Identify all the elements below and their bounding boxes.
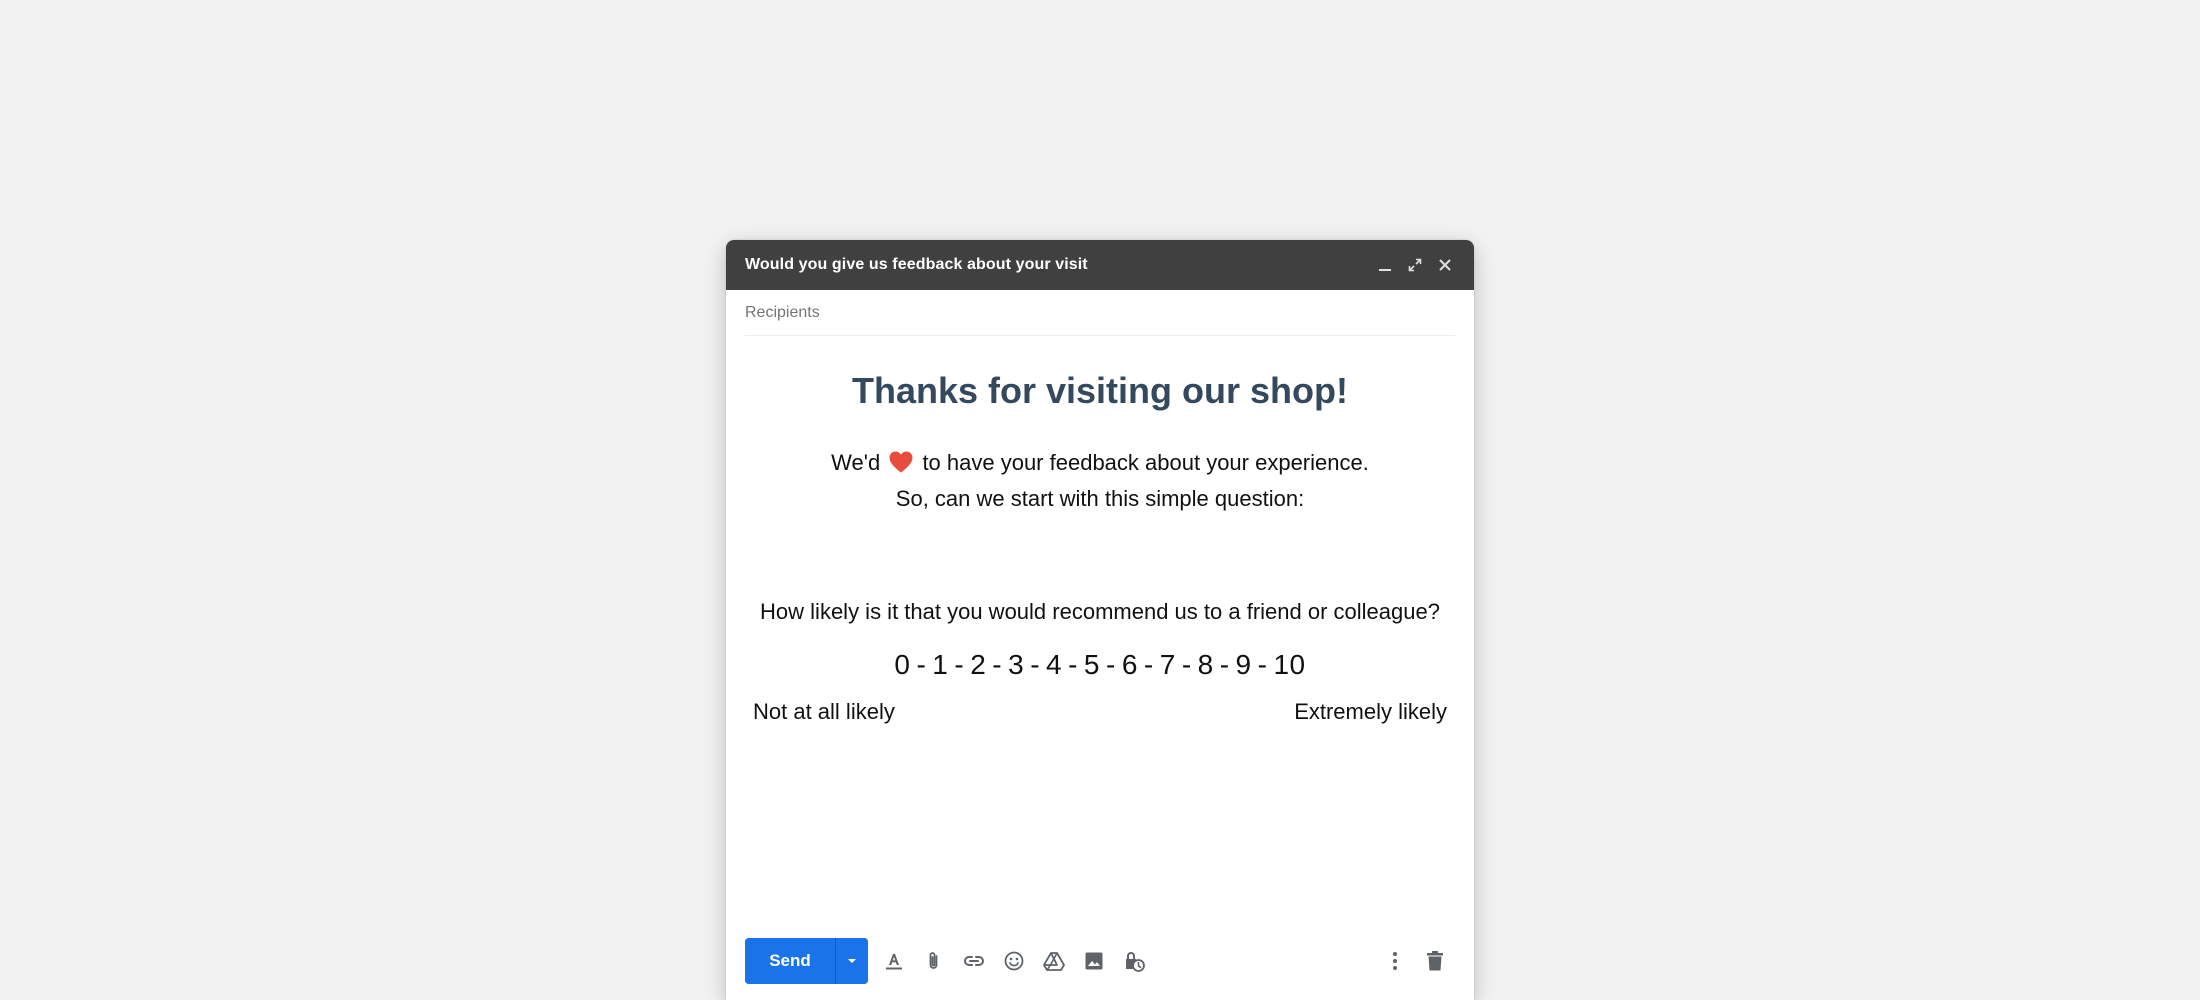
nps-separator: - bbox=[1219, 649, 1230, 680]
nps-question: How likely is it that you would recommen… bbox=[760, 599, 1440, 624]
nps-score-9[interactable]: 9 bbox=[1236, 649, 1252, 680]
nps-score-4[interactable]: 4 bbox=[1046, 649, 1062, 680]
nps-score-0[interactable]: 0 bbox=[894, 649, 910, 680]
recipients-label: Recipients bbox=[745, 303, 820, 321]
email-intro: We'd to have your feedback about your ex… bbox=[726, 445, 1474, 517]
nps-separator: - bbox=[1030, 649, 1041, 680]
nps-score-8[interactable]: 8 bbox=[1198, 649, 1214, 680]
minimize-icon[interactable] bbox=[1372, 252, 1398, 278]
confidential-icon[interactable] bbox=[1114, 941, 1154, 981]
email-headline: Thanks for visiting our shop! bbox=[851, 370, 1349, 411]
nps-separator: - bbox=[916, 649, 927, 680]
nps-score-5[interactable]: 5 bbox=[1084, 649, 1100, 680]
intro-text-after: to have your feedback about your experie… bbox=[922, 450, 1369, 475]
intro-text-before: We'd bbox=[831, 450, 881, 475]
attach-icon[interactable] bbox=[914, 941, 954, 981]
nps-separator: - bbox=[1068, 649, 1078, 680]
intro-line-1: We'd to have your feedback about your ex… bbox=[726, 445, 1474, 481]
nps-separator: - bbox=[954, 649, 965, 680]
close-icon[interactable] bbox=[1432, 252, 1458, 278]
more-options-icon[interactable] bbox=[1375, 941, 1415, 981]
text-format-icon[interactable] bbox=[874, 941, 914, 981]
send-button[interactable]: Send bbox=[745, 938, 835, 984]
emoji-icon[interactable] bbox=[994, 941, 1034, 981]
compose-toolbar: Send bbox=[745, 938, 1455, 984]
heart-icon bbox=[888, 450, 914, 474]
compose-title: Would you give us feedback about your vi… bbox=[745, 256, 1088, 273]
compose-titlebar[interactable]: Would you give us feedback about your vi… bbox=[726, 240, 1474, 290]
nps-scale-labels: Not at all likely Extremely likely bbox=[753, 697, 1447, 727]
nps-separator: - bbox=[1106, 649, 1116, 680]
nps-score-2[interactable]: 2 bbox=[970, 649, 986, 680]
nps-score-10[interactable]: 10 bbox=[1273, 649, 1305, 680]
email-body[interactable]: Thanks for visiting our shop! We'd to ha… bbox=[726, 369, 1474, 727]
nps-score-1[interactable]: 1 bbox=[932, 649, 948, 680]
link-icon[interactable] bbox=[954, 941, 994, 981]
nps-scale: 0-1-2-3-4-5-6-7-8-9-10 bbox=[726, 647, 1474, 683]
intro-line-2: So, can we start with this simple questi… bbox=[895, 486, 1305, 511]
send-button-group: Send bbox=[745, 938, 868, 984]
nps-separator: - bbox=[1257, 649, 1268, 680]
drive-icon[interactable] bbox=[1034, 941, 1074, 981]
nps-separator: - bbox=[1181, 649, 1192, 680]
nps-separator: - bbox=[992, 649, 1003, 680]
photo-icon[interactable] bbox=[1074, 941, 1114, 981]
nps-score-3[interactable]: 3 bbox=[1008, 649, 1024, 680]
formatting-tools bbox=[874, 941, 1154, 981]
nps-score-7[interactable]: 7 bbox=[1160, 649, 1176, 680]
nps-separator: - bbox=[1143, 649, 1154, 680]
nps-score-6[interactable]: 6 bbox=[1122, 649, 1138, 680]
compose-window: Would you give us feedback about your vi… bbox=[726, 240, 1474, 1000]
label-extremely-likely: Extremely likely bbox=[1294, 699, 1447, 724]
label-not-likely: Not at all likely bbox=[753, 699, 895, 724]
delete-icon[interactable] bbox=[1415, 941, 1455, 981]
recipients-field[interactable]: Recipients bbox=[745, 290, 1455, 336]
send-options-icon[interactable] bbox=[835, 938, 868, 984]
fullscreen-icon[interactable] bbox=[1402, 252, 1428, 278]
